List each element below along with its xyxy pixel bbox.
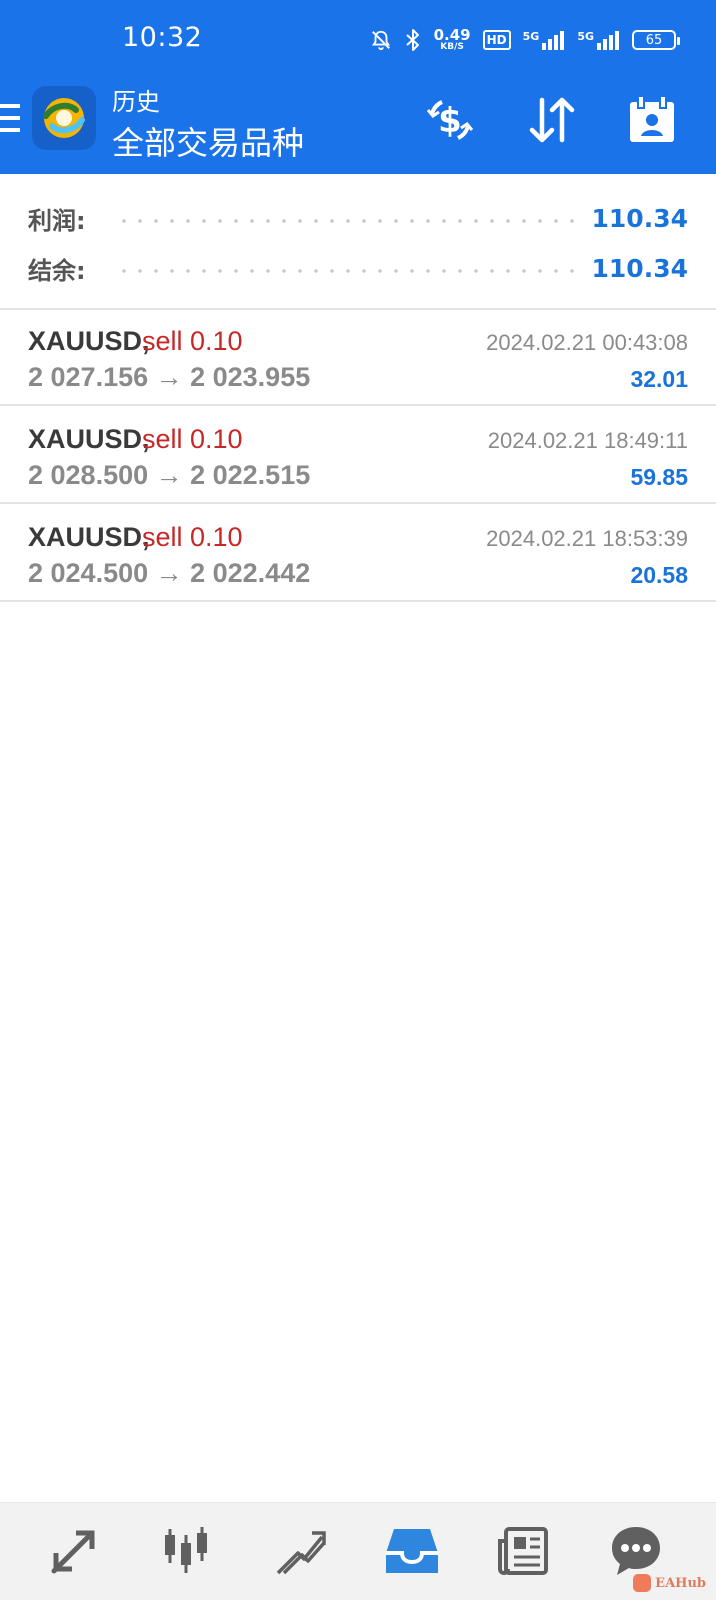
deal-prices: 2 028.500 → 2 022.515	[28, 460, 311, 490]
sort-icon[interactable]	[526, 94, 578, 146]
deal-row[interactable]: XAUUSD, sell 0.10 2 028.500 → 2 022.515 …	[0, 408, 716, 504]
network-type-label: 5G	[522, 30, 540, 43]
deal-profit: 32.01	[630, 366, 688, 392]
summary-panel: 利润: 110.34 结余: 110.34	[0, 174, 716, 310]
dotted-leader	[115, 219, 574, 223]
deal-row[interactable]: XAUUSD, sell 0.10 2 027.156 → 2 023.955 …	[0, 310, 716, 406]
deal-profit: 20.58	[630, 562, 688, 588]
deal-profit: 59.85	[630, 464, 688, 490]
profit-row: 利润: 110.34	[28, 198, 688, 238]
menu-icon[interactable]	[0, 104, 20, 134]
deal-time: 2024.02.21 18:53:39	[486, 526, 688, 551]
net-speed-value: 0.49	[433, 26, 471, 44]
signal-5g-1: 5G	[523, 30, 566, 50]
deal-symbol: XAUUSD,	[28, 522, 150, 552]
net-speed: 0.49 KB/S	[434, 28, 471, 52]
deal-type: sell 0.10	[142, 424, 243, 454]
calendar-icon[interactable]	[626, 94, 678, 146]
watermark-logo-icon	[633, 1574, 652, 1592]
hd-badge: HD	[482, 30, 511, 50]
bottom-navigation: EAHub	[0, 1502, 716, 1600]
svg-text:$: $	[438, 101, 462, 141]
profit-label: 利润:	[28, 206, 86, 235]
app-logo-icon[interactable]	[32, 86, 96, 150]
deal-type: sell 0.10	[142, 326, 243, 356]
balance-value: 110.34	[591, 253, 688, 283]
quotes-icon[interactable]	[46, 1523, 102, 1579]
signal-bars-icon	[542, 31, 565, 50]
deal-time: 2024.02.21 00:43:08	[486, 330, 688, 355]
history-icon[interactable]	[384, 1523, 440, 1579]
mute-bell-icon	[371, 30, 390, 51]
top-header: 10:32 0.49 KB/S HD 5G 5G 65 历史 全部交易品种 $	[0, 0, 716, 174]
chart-icon[interactable]	[158, 1523, 214, 1579]
deal-row[interactable]: XAUUSD, sell 0.10 2 024.500 → 2 022.442 …	[0, 506, 716, 602]
network-type-label-2: 5G	[577, 30, 594, 43]
currency-exchange-icon[interactable]: $	[424, 94, 476, 146]
net-speed-unit: KB/S	[440, 42, 464, 52]
battery-icon: 65	[632, 30, 680, 50]
watermark: EAHub	[633, 1574, 706, 1592]
dotted-leader	[115, 269, 574, 273]
status-icons: 0.49 KB/S HD 5G 5G 65	[370, 22, 680, 58]
profit-value: 110.34	[591, 203, 688, 233]
balance-label: 结余:	[28, 256, 86, 285]
status-time: 10:32	[122, 22, 203, 53]
chat-icon[interactable]	[608, 1523, 664, 1579]
trade-icon[interactable]	[272, 1523, 328, 1579]
news-icon[interactable]	[496, 1523, 552, 1579]
battery-level: 65	[645, 32, 663, 48]
watermark-text: EAHub	[655, 1575, 706, 1591]
deal-prices: 2 024.500 → 2 022.442	[28, 558, 311, 588]
app-bar: 历史 全部交易品种 $	[0, 80, 716, 174]
bluetooth-icon	[405, 29, 419, 51]
signal-bars-icon-2	[597, 31, 619, 50]
deal-type: sell 0.10	[142, 522, 243, 552]
deal-symbol: XAUUSD,	[28, 326, 150, 356]
balance-row: 结余: 110.34	[28, 248, 688, 288]
deal-symbol: XAUUSD,	[28, 424, 150, 454]
deal-time: 2024.02.21 18:49:11	[487, 428, 688, 453]
deal-prices: 2 027.156 → 2 023.955	[28, 362, 311, 392]
page-title: 历史	[112, 88, 160, 116]
status-bar: 10:32 0.49 KB/S HD 5G 5G 65	[0, 0, 716, 80]
symbol-filter-title[interactable]: 全部交易品种	[112, 118, 304, 164]
signal-5g-2: 5G	[577, 30, 620, 50]
